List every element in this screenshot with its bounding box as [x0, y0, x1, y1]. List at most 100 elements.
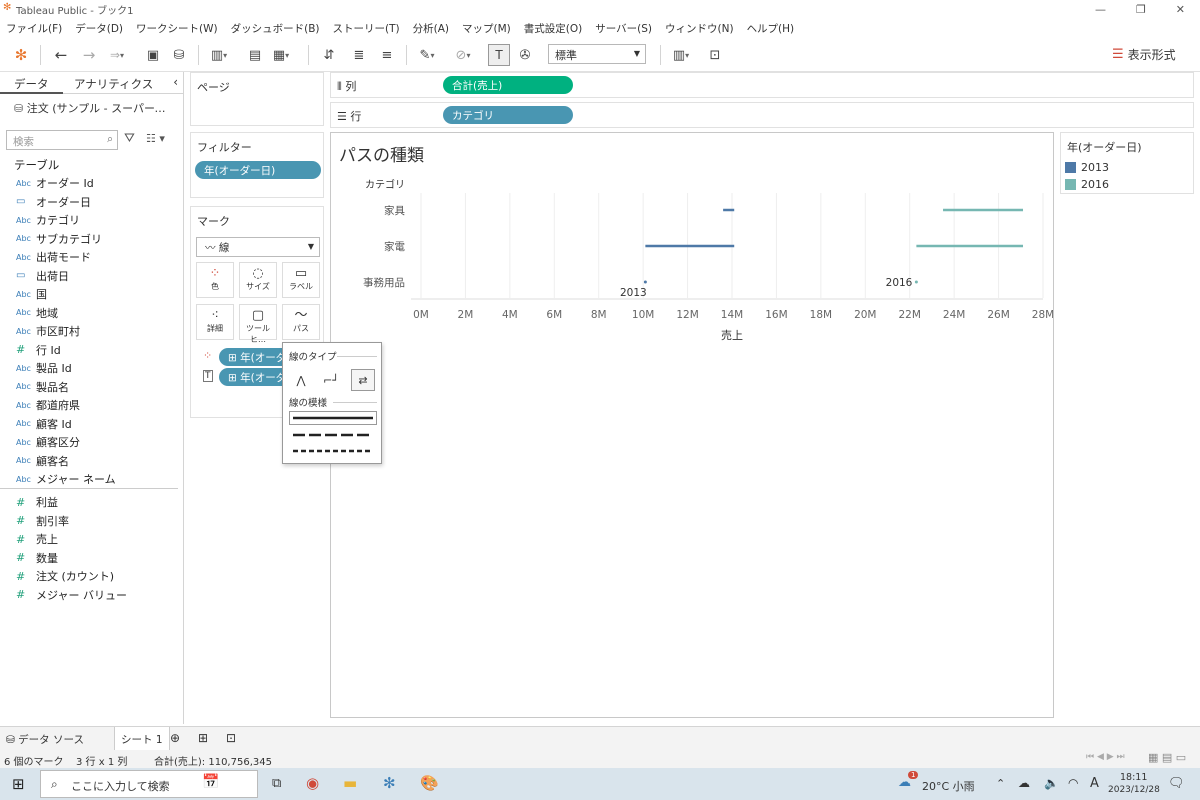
- undo-icon[interactable]: ←: [50, 44, 72, 66]
- menu-data[interactable]: データ(D): [75, 21, 123, 36]
- rows-shelf[interactable]: ☰ 行 カテゴリ: [330, 102, 1194, 128]
- close-icon[interactable]: ✕: [1176, 3, 1185, 16]
- new-datasource-icon[interactable]: ⛁: [168, 44, 190, 66]
- field-5[interactable]: ▭ 出荷日: [16, 267, 69, 285]
- legend-item-2013[interactable]: 2013: [1065, 161, 1109, 174]
- replay-icon[interactable]: ⇒ ▾: [106, 44, 128, 66]
- group-icon[interactable]: ⊘ ▾: [452, 44, 474, 66]
- save-icon[interactable]: ▣: [142, 44, 164, 66]
- field-9[interactable]: # 行 Id: [16, 341, 61, 359]
- calendar-widget-icon[interactable]: 📅: [202, 774, 219, 790]
- ime-indicator[interactable]: A: [1090, 776, 1099, 791]
- new-worksheet-icon[interactable]: ▥ ▾: [208, 44, 230, 66]
- field-3[interactable]: Abc サブカテゴリ: [16, 230, 102, 248]
- measure-5[interactable]: # メジャー バリュー: [16, 586, 127, 604]
- menu-map[interactable]: マップ(M): [462, 21, 511, 36]
- fit-select[interactable]: 標準 ▼: [548, 44, 646, 64]
- file-explorer-icon[interactable]: ▬: [343, 774, 357, 792]
- tab-data[interactable]: データ: [0, 72, 63, 94]
- field-4[interactable]: Abc 出荷モード: [16, 248, 91, 266]
- presentation-icon[interactable]: ⊡: [704, 44, 726, 66]
- viz-area[interactable]: パスの種類 カテゴリ 0M 2M 4M 6M 8M 10M 12M 14M 16M 18M 20M 22M…: [330, 132, 1054, 718]
- menu-analysis[interactable]: 分析(A): [413, 21, 449, 36]
- view-options-icon[interactable]: ☷ ▾: [146, 132, 165, 145]
- redo-icon[interactable]: →: [78, 44, 100, 66]
- onedrive-icon[interactable]: ☁: [1018, 776, 1030, 790]
- datasource-tab[interactable]: ⛁ データ ソース: [6, 732, 84, 747]
- field-1[interactable]: ▭ オーダー日: [16, 193, 91, 211]
- datasource-item[interactable]: ⛁ 注文 (サンプル - スーパーストア): [14, 100, 174, 116]
- detail-button[interactable]: ⁖ 詳細: [196, 304, 234, 340]
- sheet-view-icons[interactable]: ▦ ▤ ▭: [1148, 751, 1186, 764]
- restore-icon[interactable]: ❐: [1136, 3, 1146, 16]
- menu-help[interactable]: ヘルプ(H): [747, 21, 795, 36]
- swap-icon[interactable]: ⇵: [318, 44, 340, 66]
- field-11[interactable]: Abc 製品名: [16, 378, 69, 396]
- pages-card[interactable]: ページ: [190, 72, 324, 126]
- new-story-icon[interactable]: ⊡: [226, 731, 236, 745]
- measure-1[interactable]: # 割引率: [16, 512, 69, 530]
- task-view-icon[interactable]: ⧉: [272, 776, 281, 791]
- sheet-nav-icons[interactable]: ⏮ ◀ ▶ ⏭: [1086, 752, 1125, 762]
- size-button[interactable]: ◌ サイズ: [239, 262, 277, 298]
- clear-sheet-icon[interactable]: ▦ ▾: [270, 44, 292, 66]
- field-16[interactable]: Abc メジャー ネーム: [16, 470, 116, 488]
- menu-story[interactable]: ストーリー(T): [333, 21, 400, 36]
- sheet-tab-active[interactable]: シート 1: [114, 727, 170, 751]
- wifi-icon[interactable]: ◠: [1068, 776, 1078, 790]
- windows-start-icon[interactable]: ⊞: [12, 775, 25, 793]
- sort-ascending-icon[interactable]: ≣: [348, 44, 370, 66]
- show-cards-icon[interactable]: ▥ ▾: [670, 44, 692, 66]
- tableau-taskbar-icon[interactable]: ✻: [383, 774, 396, 792]
- color-legend[interactable]: 年(オーダー日) 2013 2016: [1060, 132, 1194, 194]
- measure-2[interactable]: # 売上: [16, 530, 58, 548]
- line-type-linear-icon[interactable]: ⋀: [289, 369, 313, 391]
- new-dashboard-icon[interactable]: ⊞: [198, 731, 208, 745]
- taskbar-search-input[interactable]: ⌕ ここに入力して検索: [40, 770, 258, 798]
- field-14[interactable]: Abc 顧客区分: [16, 433, 80, 451]
- field-7[interactable]: Abc 地域: [16, 304, 58, 322]
- menu-file[interactable]: ファイル(F): [6, 21, 62, 36]
- filter-icon[interactable]: ⛛: [124, 131, 135, 146]
- columns-shelf[interactable]: ⦀ 列 合計(売上): [330, 72, 1194, 98]
- notification-icon[interactable]: 🗨: [1168, 776, 1185, 791]
- minimize-icon[interactable]: —: [1095, 3, 1106, 16]
- search-input[interactable]: 検索 ⌕: [6, 130, 118, 150]
- menu-worksheet[interactable]: ワークシート(W): [136, 21, 218, 36]
- field-13[interactable]: Abc 顧客 Id: [16, 415, 72, 433]
- line-pattern-dashed[interactable]: [289, 428, 377, 442]
- filter-pill[interactable]: 年(オーダー日): [195, 161, 321, 179]
- duplicate-sheet-icon[interactable]: ▤: [244, 44, 266, 66]
- field-15[interactable]: Abc 顧客名: [16, 452, 69, 470]
- show-labels-icon[interactable]: T: [488, 44, 510, 66]
- highlight-icon[interactable]: ✎ ▾: [416, 44, 438, 66]
- measure-0[interactable]: # 利益: [16, 493, 58, 511]
- rows-pill[interactable]: カテゴリ: [443, 106, 573, 124]
- chevron-up-icon[interactable]: ⌃: [996, 777, 1005, 790]
- line-pattern-solid[interactable]: [289, 411, 377, 425]
- field-6[interactable]: Abc 国: [16, 285, 47, 303]
- menu-server[interactable]: サーバー(S): [595, 21, 652, 36]
- columns-pill[interactable]: 合計(売上): [443, 76, 573, 94]
- menu-format[interactable]: 書式設定(O): [524, 21, 582, 36]
- pin-icon[interactable]: ✇: [514, 44, 536, 66]
- line-type-step-icon[interactable]: ⌐┘: [319, 369, 343, 391]
- sort-descending-icon[interactable]: ≡: [376, 44, 398, 66]
- menu-window[interactable]: ウィンドウ(N): [665, 21, 734, 36]
- line-type-jump-icon[interactable]: ⇄: [351, 369, 375, 391]
- measure-4[interactable]: # 注文 (カウント): [16, 567, 114, 585]
- field-8[interactable]: Abc 市区町村: [16, 322, 80, 340]
- measure-3[interactable]: # 数量: [16, 549, 58, 567]
- menu-dashboard[interactable]: ダッシュボード(B): [231, 21, 320, 36]
- field-10[interactable]: Abc 製品 Id: [16, 359, 72, 377]
- field-12[interactable]: Abc 都道府県: [16, 396, 80, 414]
- mark-type-select[interactable]: 〰 線 ▼: [196, 237, 320, 257]
- field-0[interactable]: Abc オーダー Id: [16, 174, 94, 192]
- show-me-button[interactable]: ☰ 表示形式: [1112, 46, 1176, 63]
- chrome-icon[interactable]: ◉: [306, 774, 319, 792]
- color-button[interactable]: ⁘ 色: [196, 262, 234, 298]
- tab-analytics[interactable]: アナリティクス: [60, 72, 167, 94]
- field-2[interactable]: Abc カテゴリ: [16, 211, 80, 229]
- line-pattern-dotted[interactable]: [289, 444, 377, 458]
- paint-icon[interactable]: 🎨: [420, 774, 439, 792]
